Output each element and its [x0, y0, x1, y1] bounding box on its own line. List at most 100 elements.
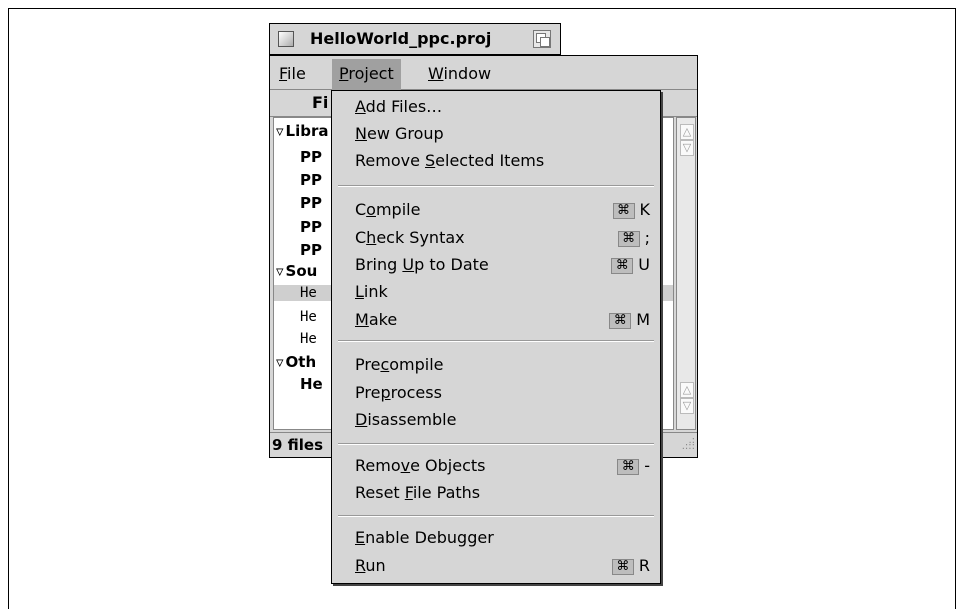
project-menu-dropdown: Add Files… New Group Remove Selected Items…	[331, 90, 661, 584]
menu-item[interactable]: Bring Up to Date	[355, 255, 489, 274]
menu-item-label-part: M	[355, 310, 369, 329]
menu-item-label-part: C	[355, 200, 367, 219]
shortcut-key: U	[638, 255, 650, 274]
command-key-icon: ⌘	[617, 230, 640, 247]
menu-item[interactable]: Run	[355, 556, 386, 575]
menu-item-label-part: eck Syntax	[376, 228, 465, 247]
menu-item-label-part: h	[366, 228, 377, 247]
menu-file[interactable]: File	[279, 64, 306, 83]
command-key-icon: ⌘	[611, 558, 634, 575]
menu-item-label-part: isassemble	[367, 410, 457, 429]
menu-shortcut: ⌘ M	[609, 310, 650, 329]
command-key-icon: ⌘	[617, 458, 640, 475]
shortcut-key: -	[644, 456, 650, 475]
menu-item-label-part: N	[355, 124, 367, 143]
menu-item-label-part: U	[402, 255, 415, 274]
menu-item-label-part: C	[355, 228, 367, 247]
menu-project[interactable]: Project	[332, 59, 401, 90]
menu-item-label-part: Bring	[355, 255, 403, 274]
menu-item-label-part: ew Group	[366, 124, 444, 143]
menu-shortcut: ⌘ U	[611, 255, 650, 274]
menu-item-label-part: ink	[363, 282, 388, 301]
window-title-bar[interactable]: HelloWorld_ppc.proj	[269, 23, 561, 55]
menu-item[interactable]: Check Syntax	[355, 228, 465, 247]
menu-item[interactable]: Precompile	[355, 355, 444, 374]
scroll-down-arrow-icon[interactable]: ▽	[680, 140, 694, 156]
menu-item-label-part: dd Files…	[365, 97, 443, 116]
menu-item-label-part: elected Items	[435, 151, 545, 170]
disclosure-triangle-icon[interactable]: ▿	[276, 262, 284, 280]
group-row[interactable]: ▿ Oth	[276, 353, 316, 371]
menu-item-label-part: F	[404, 483, 413, 502]
scroll-up-arrow-icon[interactable]: △	[680, 382, 694, 398]
file-row[interactable]: PP	[274, 241, 322, 259]
menu-item[interactable]: Compile	[355, 200, 420, 219]
file-row[interactable]: PP	[274, 194, 322, 212]
row-label: PP	[300, 148, 322, 166]
file-row[interactable]: PP	[274, 218, 322, 236]
window-title: HelloWorld_ppc.proj	[310, 29, 492, 48]
menu-item-label-part: Reset	[355, 483, 405, 502]
menu-window[interactable]: Window	[428, 64, 491, 83]
menu-item[interactable]: New Group	[355, 124, 444, 143]
row-label: PP	[300, 241, 322, 259]
group-row[interactable]: ▿ Sou	[276, 262, 317, 280]
file-row[interactable]: He	[274, 331, 317, 347]
file-row[interactable]: He	[274, 375, 323, 393]
menu-item-label-part: nable Debugger	[365, 528, 494, 547]
menu-item[interactable]: Link	[355, 282, 388, 301]
menu-bar: File Project Window	[270, 59, 697, 90]
scroll-down-arrow-icon[interactable]: ▽	[680, 398, 694, 414]
menu-item-label-part: D	[355, 410, 368, 429]
group-row[interactable]: ▿ Libra	[276, 122, 329, 140]
command-key-icon: ⌘	[609, 312, 632, 329]
menu-item[interactable]: Preprocess	[355, 383, 442, 402]
command-key-icon: ⌘	[612, 202, 635, 219]
menu-item[interactable]: Reset File Paths	[355, 483, 480, 502]
menu-item-label-part: p to Date	[414, 255, 489, 274]
menu-item[interactable]: Disassemble	[355, 410, 456, 429]
menu-shortcut: ⌘ -	[617, 456, 650, 475]
row-label: Oth	[285, 353, 317, 371]
file-row[interactable]: He	[274, 309, 317, 325]
menu-item-label-part: ake	[368, 310, 398, 329]
menu-item-label-part: v	[400, 456, 411, 475]
menu-item[interactable]: Add Files…	[355, 97, 442, 116]
close-box-icon[interactable]	[278, 31, 294, 47]
row-label: He	[300, 375, 323, 393]
row-label: PP	[300, 194, 322, 212]
menu-item[interactable]: Remove Selected Items	[355, 151, 544, 170]
row-label: He	[300, 331, 317, 347]
menu-shortcut: ⌘ R	[611, 556, 650, 575]
menu-separator	[338, 515, 654, 517]
row-label: He	[300, 285, 317, 301]
shortcut-key: R	[638, 556, 650, 575]
menu-item[interactable]: Remove Objects	[355, 456, 485, 475]
menu-item-label-part: un	[365, 556, 386, 575]
resize-grip-icon[interactable]: .:.:::	[677, 436, 695, 456]
scroll-up-arrow-icon[interactable]: △	[680, 124, 694, 140]
command-key-icon: ⌘	[611, 257, 634, 274]
menu-item[interactable]: Enable Debugger	[355, 528, 494, 547]
menu-shortcut: ⌘ K	[612, 200, 650, 219]
shortcut-key: M	[636, 310, 650, 329]
disclosure-triangle-icon[interactable]: ▿	[276, 122, 284, 140]
menu-separator	[338, 443, 654, 445]
menu-item-label-part: c	[380, 355, 390, 374]
menu-item-label-part: o	[366, 200, 376, 219]
menu-item-label-part: rocess	[390, 383, 442, 402]
zoom-box-icon[interactable]	[533, 30, 551, 48]
row-label: PP	[300, 218, 322, 236]
row-label: He	[300, 309, 317, 325]
menu-shortcut: ⌘;	[617, 228, 650, 247]
file-row[interactable]: PP	[274, 148, 322, 166]
disclosure-triangle-icon[interactable]: ▿	[276, 353, 284, 371]
menu-separator	[338, 340, 654, 342]
menu-item[interactable]: Make	[355, 310, 397, 329]
shortcut-key: ;	[644, 228, 650, 247]
file-row[interactable]: PP	[274, 171, 322, 189]
menu-item-label-part: L	[355, 282, 364, 301]
row-label: PP	[300, 171, 322, 189]
vertical-scrollbar[interactable]: △ ▽ △ ▽	[676, 117, 696, 430]
menu-item-label-part: R	[355, 556, 366, 575]
